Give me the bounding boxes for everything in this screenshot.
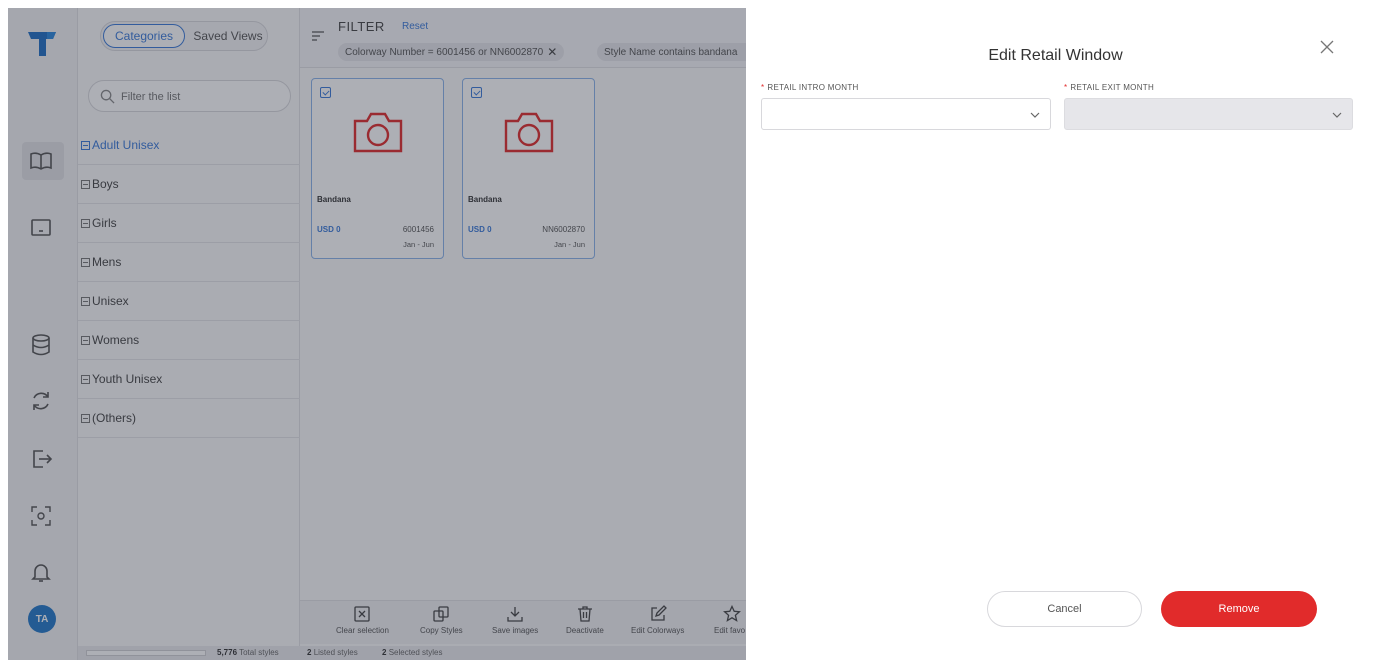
close-icon[interactable]	[1318, 38, 1336, 56]
chevron-down-icon	[1030, 112, 1040, 118]
remove-button[interactable]: Remove	[1161, 591, 1317, 627]
chevron-down-icon	[1332, 112, 1342, 118]
retail-intro-month-select[interactable]	[761, 98, 1051, 130]
retail-exit-month-select[interactable]	[1064, 98, 1353, 130]
edit-retail-window-dialog: Edit Retail Window * RETAIL INTRO MONTH *…	[746, 8, 1365, 660]
app-window: TA Categories Saved Views Adult Unisex B…	[8, 8, 1365, 660]
dialog-title: Edit Retail Window	[988, 47, 1123, 64]
cancel-button[interactable]: Cancel	[987, 591, 1142, 627]
retail-exit-month-label: * RETAIL EXIT MONTH	[1064, 83, 1155, 92]
retail-intro-month-label: * RETAIL INTRO MONTH	[761, 83, 859, 92]
modal-backdrop[interactable]	[8, 8, 746, 660]
